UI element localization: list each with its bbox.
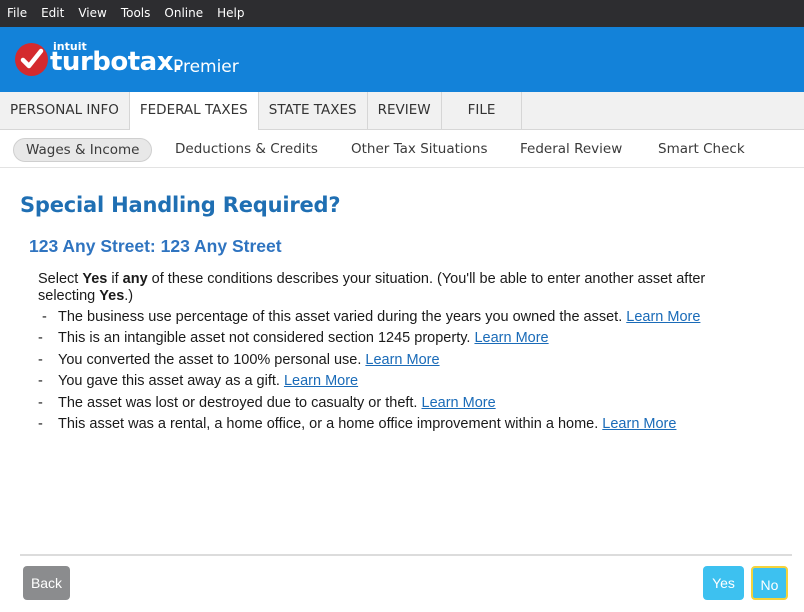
intro-text: Select Yes if any of these conditions de…	[38, 271, 758, 305]
learn-more-link[interactable]: Learn More	[365, 352, 439, 368]
intro-part: Select	[38, 271, 83, 287]
conditions-list: - The business use percentage of this ass…	[38, 308, 778, 436]
tab-federal-taxes[interactable]: FEDERAL TAXES	[129, 92, 259, 130]
menu-view[interactable]: View	[71, 0, 113, 27]
intro-bold-yes: Yes	[99, 288, 125, 304]
condition-item: - The asset was lost or destroyed due to …	[38, 394, 778, 415]
list-dash: -	[38, 415, 43, 432]
asset-title: 123 Any Street: 123 Any Street	[29, 236, 282, 256]
intro-bold-any: any	[122, 271, 148, 287]
list-dash: -	[38, 330, 43, 347]
menu-online[interactable]: Online	[157, 0, 210, 27]
edition-label: Premier	[173, 57, 239, 77]
condition-item: - The business use percentage of this ass…	[38, 308, 778, 329]
condition-text: You converted the asset to 100% personal…	[58, 351, 362, 368]
intro-part: .)	[124, 288, 134, 304]
brand-header: intuit turbotax. Premier	[0, 27, 804, 92]
tab-state-taxes[interactable]: STATE TAXES	[259, 92, 368, 129]
tab-review[interactable]: REVIEW	[368, 92, 442, 129]
intro-part: if	[107, 271, 123, 287]
tab-personal-info[interactable]: PERSONAL INFO	[0, 92, 130, 129]
subtab-other-tax-situations[interactable]: Other Tax Situations	[351, 138, 488, 160]
menu-help[interactable]: Help	[210, 0, 251, 27]
yes-button[interactable]: Yes	[703, 566, 744, 600]
learn-more-link[interactable]: Learn More	[284, 373, 358, 389]
subtab-deductions-credits[interactable]: Deductions & Credits	[175, 138, 318, 160]
tab-file[interactable]: FILE	[442, 92, 523, 129]
menu-bar: File Edit View Tools Online Help	[0, 0, 804, 27]
learn-more-link[interactable]: Learn More	[602, 416, 676, 432]
list-dash: -	[38, 394, 43, 411]
condition-text: This is an intangible asset not consider…	[58, 330, 471, 347]
condition-item: - This asset was a rental, a home office,…	[38, 415, 778, 436]
condition-text: This asset was a rental, a home office, …	[58, 415, 599, 432]
learn-more-link[interactable]: Learn More	[626, 309, 700, 325]
turbotax-wordmark: turbotax.	[50, 47, 183, 77]
learn-more-link[interactable]: Learn More	[474, 330, 548, 346]
learn-more-link[interactable]: Learn More	[422, 395, 496, 411]
turbotax-check-logo-icon	[15, 43, 48, 76]
condition-item: - This is an intangible asset not conside…	[38, 329, 778, 350]
menu-tools[interactable]: Tools	[114, 0, 158, 27]
intro-bold-yes: Yes	[82, 271, 108, 287]
page-title: Special Handling Required?	[20, 193, 341, 217]
no-button[interactable]: No	[751, 566, 788, 600]
back-button[interactable]: Back	[23, 566, 70, 600]
condition-item: - You converted the asset to 100% persona…	[38, 351, 778, 372]
list-dash: -	[38, 351, 43, 368]
list-dash: -	[38, 373, 43, 390]
sub-tabs: Wages & Income Deductions & Credits Othe…	[0, 130, 804, 168]
list-dash: -	[42, 309, 47, 325]
main-tabs: PERSONAL INFO FEDERAL TAXES STATE TAXES …	[0, 92, 804, 130]
condition-text: The asset was lost or destroyed due to c…	[58, 394, 418, 411]
subtab-wages-income[interactable]: Wages & Income	[13, 138, 153, 162]
menu-file[interactable]: File	[0, 0, 34, 27]
condition-text: You gave this asset away as a gift.	[58, 373, 280, 390]
subtab-federal-review[interactable]: Federal Review	[520, 138, 622, 160]
subtab-smart-check[interactable]: Smart Check	[658, 138, 745, 160]
condition-item: - You gave this asset away as a gift. Lea…	[38, 372, 778, 393]
footer-divider	[20, 554, 792, 556]
condition-text: The business use percentage of this asse…	[58, 309, 623, 325]
menu-edit[interactable]: Edit	[34, 0, 71, 27]
